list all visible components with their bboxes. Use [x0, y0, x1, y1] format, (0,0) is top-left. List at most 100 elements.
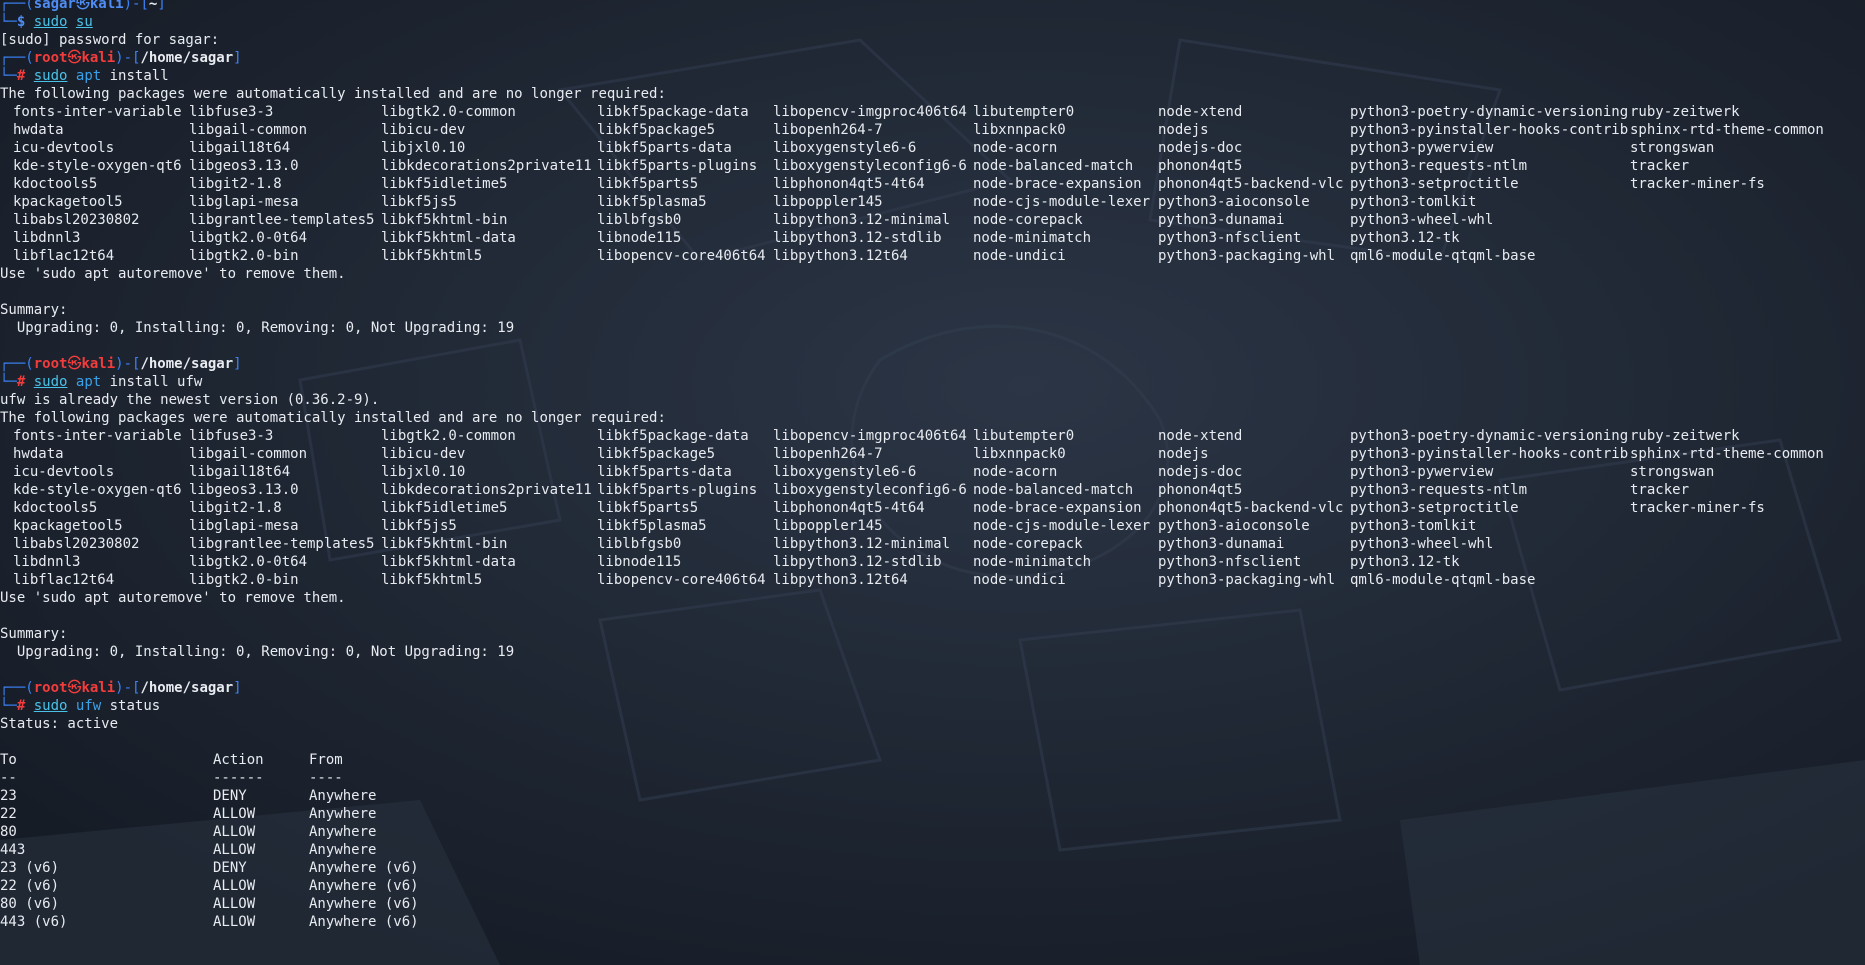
command-sudo: sudo: [33, 374, 68, 390]
package-name: liboxygenstyle6-6: [773, 464, 917, 480]
prompt-path: /home/sagar: [140, 356, 234, 372]
prompt-path: /home/sagar: [140, 680, 234, 696]
package-name: python3-requests-ntlm: [1350, 158, 1528, 174]
package-name: python3-aioconsole: [1158, 518, 1310, 534]
package-name: libabsl20230802: [13, 212, 140, 228]
header-action: Action: [213, 752, 264, 768]
ufw-rule-row: 23 (v6) DENY Anywhere (v6): [0, 859, 1865, 877]
package-name: python3-tomlkit: [1350, 194, 1477, 210]
kali-icon: ㉿: [67, 680, 82, 696]
package-name: libopenh264-7: [773, 122, 883, 138]
package-name: python3-packaging-whl: [1158, 248, 1336, 264]
command-line-1: └─$ sudo su: [0, 14, 93, 30]
package-name: python3-poetry-dynamic-versioning: [1350, 428, 1629, 444]
package-name: libutempter0: [973, 428, 1075, 444]
package-name: tracker-miner-fs: [1630, 176, 1765, 192]
package-name: libkf5idletime5: [381, 500, 508, 516]
auto-installed-message: The following packages were automaticall…: [0, 410, 666, 426]
prompt-line-4: ┌──(root㉿kali)-[/home/sagar]: [0, 680, 242, 696]
package-name: libgit2-1.8: [189, 176, 282, 192]
terminal-output[interactable]: ┌──(sagar㉿kali)-[~] └─$ sudo su [sudo] p…: [0, 0, 1865, 965]
ufw-rule-row: 22 ALLOW Anywhere: [0, 805, 1865, 823]
rule-action: ALLOW: [213, 878, 256, 894]
package-name: qml6-module-qtqml-base: [1350, 248, 1536, 264]
package-name: node-xtend: [1158, 104, 1243, 120]
package-name: libkf5parts5: [597, 500, 699, 516]
prompt-host: kali: [89, 0, 124, 12]
package-name: tracker: [1630, 482, 1690, 498]
package-name: libkdecorations2private11: [381, 158, 592, 174]
package-name: libpython3.12-minimal: [773, 536, 951, 552]
kali-icon: ㉿: [67, 356, 82, 372]
prompt-user: root: [33, 680, 68, 696]
package-name: python3-poetry-dynamic-versioning: [1350, 104, 1629, 120]
command-ufw: ufw: [75, 698, 102, 714]
rule-from: Anywhere: [309, 788, 377, 804]
package-name: libnode115: [597, 554, 682, 570]
rule-to: 23: [0, 788, 17, 804]
package-name: libkf5khtml-bin: [381, 212, 508, 228]
package-row: fonts-inter-variable libfuse3-3 libgtk2.0-…: [0, 427, 1865, 445]
package-name: libnode115: [597, 230, 682, 246]
rule-action: ALLOW: [213, 896, 256, 912]
prompt-line-2: ┌──(root㉿kali)-[/home/sagar]: [0, 50, 242, 66]
package-name: kdoctools5: [13, 500, 98, 516]
package-name: libfuse3-3: [189, 428, 274, 444]
package-row: kdoctools5 libgit2-1.8 libkf5idletime5 libk…: [0, 175, 1865, 193]
package-row: kdoctools5 libgit2-1.8 libkf5idletime5 libk…: [0, 499, 1865, 517]
prompt-user: root: [33, 50, 68, 66]
prompt-symbol: #: [16, 374, 26, 390]
package-name: libdnnl3: [13, 554, 81, 570]
package-name: libgail18t64: [189, 464, 291, 480]
package-name: libdnnl3: [13, 230, 81, 246]
package-name: libopenh264-7: [773, 446, 883, 462]
ufw-rule-row: 443 ALLOW Anywhere: [0, 841, 1865, 859]
package-name: libgeos3.13.0: [189, 158, 299, 174]
package-name: libpython3.12-stdlib: [773, 554, 942, 570]
package-row: fonts-inter-variable libfuse3-3 libgtk2.0-…: [0, 103, 1865, 121]
prompt-line-1: ┌──(sagar㉿kali)-[~]: [0, 0, 1865, 13]
package-name: libkf5package5: [597, 122, 716, 138]
package-name: nodejs: [1158, 122, 1209, 138]
package-name: libgtk2.0-0t64: [189, 230, 308, 246]
kali-icon: ㉿: [75, 0, 90, 12]
package-name: libgtk2.0-0t64: [189, 554, 308, 570]
package-name: libpython3.12t64: [773, 572, 908, 588]
package-name: liboxygenstyleconfig6-6: [773, 158, 967, 174]
package-name: libflac12t64: [13, 248, 115, 264]
package-name: nodejs-doc: [1158, 140, 1243, 156]
package-name: kde-style-oxygen-qt6: [13, 482, 182, 498]
package-name: libphonon4qt5-4t64: [773, 500, 925, 516]
package-name: libpython3.12-stdlib: [773, 230, 942, 246]
package-name: libgrantlee-templates5: [189, 536, 375, 552]
package-name: libkf5khtml-bin: [381, 536, 508, 552]
prompt-symbol: #: [16, 68, 26, 84]
package-name: libkf5parts-data: [597, 140, 732, 156]
command-args: install ufw: [109, 374, 203, 390]
package-row: hwdata libgail-common libicu-dev libkf5pack…: [0, 445, 1865, 463]
package-list: fonts-inter-variable libfuse3-3 libgtk2.0-…: [0, 427, 1865, 589]
package-name: libgail-common: [189, 446, 308, 462]
ufw-table-body: 23 DENY Anywhere 22 ALLOW Anywhere 80 ALLOW Anyw…: [0, 787, 1865, 931]
package-name: node-acorn: [973, 464, 1058, 480]
package-name: libpoppler145: [773, 518, 883, 534]
package-name: kpackagetool5: [13, 194, 123, 210]
package-name: strongswan: [1630, 464, 1715, 480]
package-name: node-acorn: [973, 140, 1058, 156]
kali-icon: ㉿: [67, 50, 82, 66]
package-name: python3-tomlkit: [1350, 518, 1477, 534]
command-line-2: └─# sudo apt install: [0, 68, 169, 84]
package-name: libopencv-imgproc406t64: [773, 428, 967, 444]
package-name: icu-devtools: [13, 464, 115, 480]
package-name: python3-wheel-whl: [1350, 536, 1494, 552]
package-name: libgail-common: [189, 122, 308, 138]
ufw-table-header: To Action From: [0, 751, 1865, 769]
package-name: python3-nfsclient: [1158, 230, 1302, 246]
package-name: libicu-dev: [381, 446, 466, 462]
package-row: libdnnl3 libgtk2.0-0t64 libkf5khtml-data li…: [0, 229, 1865, 247]
package-name: libflac12t64: [13, 572, 115, 588]
package-name: hwdata: [13, 446, 64, 462]
package-name: python3-dunamai: [1158, 536, 1285, 552]
ufw-rule-row: 443 (v6) ALLOW Anywhere (v6): [0, 913, 1865, 931]
